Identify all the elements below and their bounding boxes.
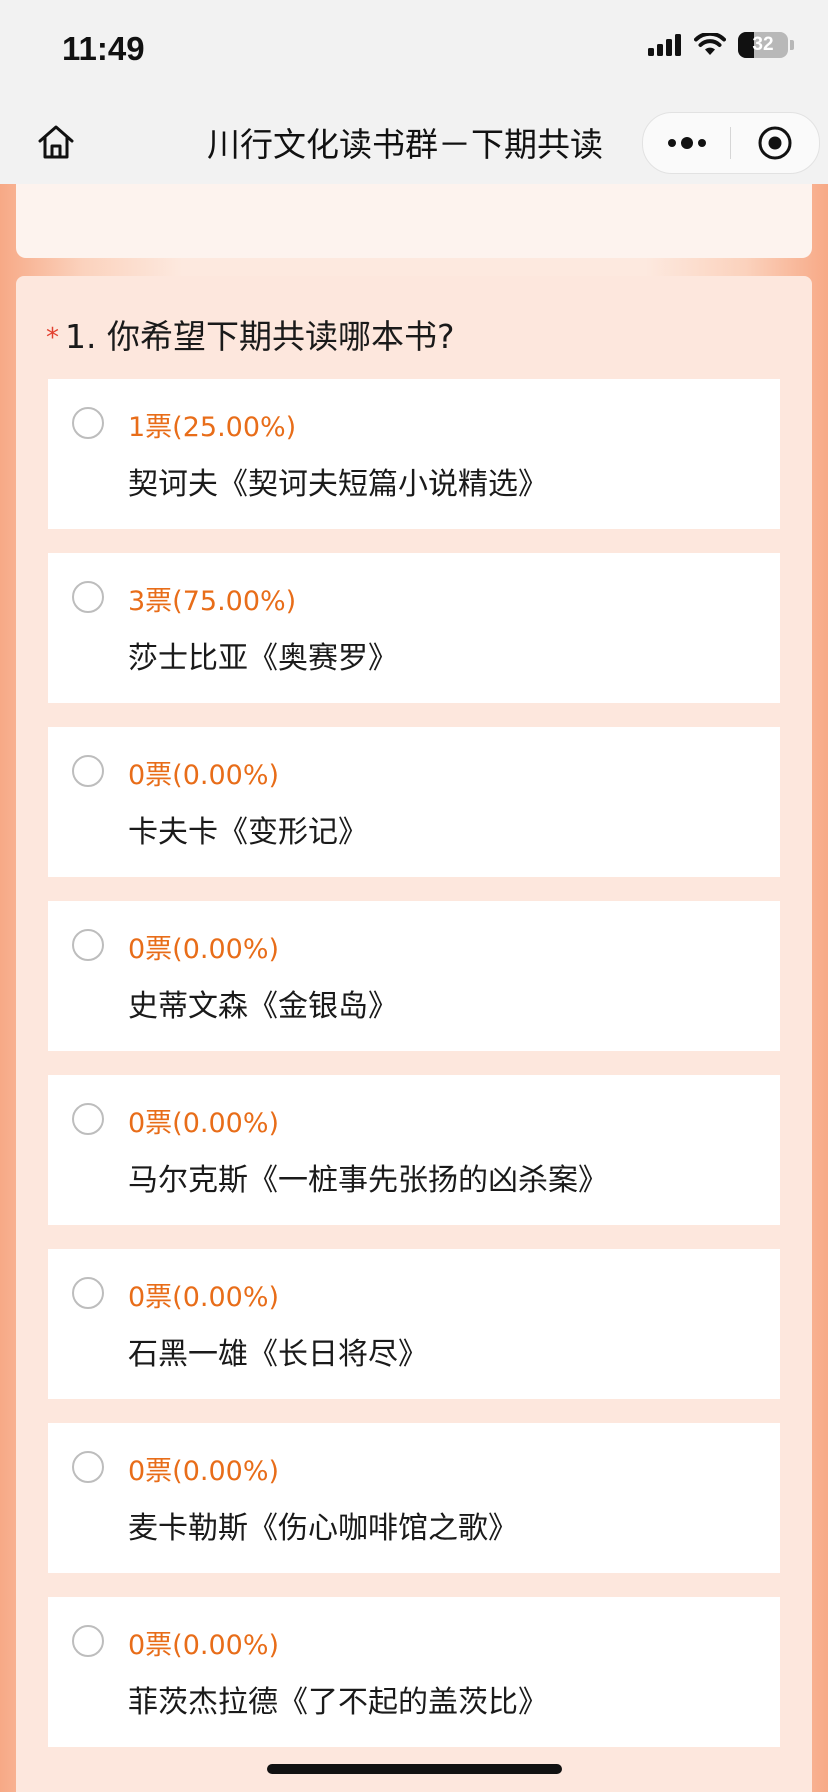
option-item[interactable]: 3票(75.00%) 莎士比亚《奥赛罗》 <box>48 553 780 703</box>
nav-bar: 川行文化读书群－下期共读 <box>0 100 828 184</box>
vote-result: 0票(0.00%) <box>128 760 280 791</box>
book-title: 麦卡勒斯《伤心咖啡馆之歌》 <box>128 1511 518 1546</box>
vote-result: 0票(0.00%) <box>128 1108 280 1139</box>
option-item[interactable]: 1票(25.00%) 契诃夫《契诃夫短篇小说精选》 <box>48 379 780 529</box>
options-list: 1票(25.00%) 契诃夫《契诃夫短篇小说精选》 3票(75.00%) 莎士比… <box>48 379 780 1771</box>
required-mark: * <box>46 323 59 353</box>
page-title: 川行文化读书群－下期共读 <box>207 125 603 164</box>
vote-result: 0票(0.00%) <box>128 934 280 965</box>
radio-button[interactable] <box>72 1451 104 1483</box>
vote-result: 0票(0.00%) <box>128 1630 280 1661</box>
home-button[interactable] <box>32 118 80 166</box>
home-indicator[interactable] <box>267 1764 562 1774</box>
vote-result: 0票(0.00%) <box>128 1456 280 1487</box>
survey-header-card <box>16 184 812 258</box>
status-icons: 32 <box>648 32 794 58</box>
vote-result: 3票(75.00%) <box>128 586 297 617</box>
miniprogram-capsule <box>642 112 820 174</box>
battery-icon: 32 <box>738 32 788 58</box>
book-title: 马尔克斯《一桩事先张扬的凶杀案》 <box>128 1163 608 1198</box>
book-title: 莎士比亚《奥赛罗》 <box>128 641 398 676</box>
book-title: 卡夫卡《变形记》 <box>128 815 368 850</box>
radio-button[interactable] <box>72 929 104 961</box>
status-bar: 11:49 32 <box>0 0 828 100</box>
book-title: 史蒂文森《金银岛》 <box>128 989 398 1024</box>
wifi-icon <box>694 33 726 55</box>
option-item[interactable]: 0票(0.00%) 麦卡勒斯《伤心咖啡馆之歌》 <box>48 1423 780 1573</box>
question-text: 1. 你希望下期共读哪本书? <box>65 317 455 356</box>
signal-icon <box>648 34 681 56</box>
option-item[interactable]: 0票(0.00%) 石黑一雄《长日将尽》 <box>48 1249 780 1399</box>
question-title: * 1. 你希望下期共读哪本书? <box>46 310 455 358</box>
book-title: 契诃夫《契诃夫短篇小说精选》 <box>128 467 548 502</box>
option-item[interactable]: 0票(0.00%) 菲茨杰拉德《了不起的盖茨比》 <box>48 1597 780 1747</box>
question-card: * 1. 你希望下期共读哪本书? 1票(25.00%) 契诃夫《契诃夫短篇小说精选… <box>16 276 812 1792</box>
vote-result: 0票(0.00%) <box>128 1282 280 1313</box>
more-icon <box>667 137 706 149</box>
radio-button[interactable] <box>72 581 104 613</box>
option-item[interactable]: 0票(0.00%) 卡夫卡《变形记》 <box>48 727 780 877</box>
status-time: 11:49 <box>62 30 145 67</box>
book-title: 石黑一雄《长日将尽》 <box>128 1337 428 1372</box>
battery-level: 32 <box>752 34 774 55</box>
home-icon <box>38 125 74 159</box>
radio-button[interactable] <box>72 407 104 439</box>
vote-result: 1票(25.00%) <box>128 412 297 443</box>
book-title: 菲茨杰拉德《了不起的盖茨比》 <box>128 1685 548 1720</box>
more-button[interactable] <box>643 113 730 173</box>
radio-button[interactable] <box>72 1103 104 1135</box>
radio-button[interactable] <box>72 755 104 787</box>
close-miniprogram-button[interactable] <box>731 113 819 173</box>
battery-tip <box>790 40 794 50</box>
close-miniprogram-icon <box>758 126 792 160</box>
option-item[interactable]: 0票(0.00%) 史蒂文森《金银岛》 <box>48 901 780 1051</box>
option-item[interactable]: 0票(0.00%) 马尔克斯《一桩事先张扬的凶杀案》 <box>48 1075 780 1225</box>
radio-button[interactable] <box>72 1277 104 1309</box>
radio-button[interactable] <box>72 1625 104 1657</box>
